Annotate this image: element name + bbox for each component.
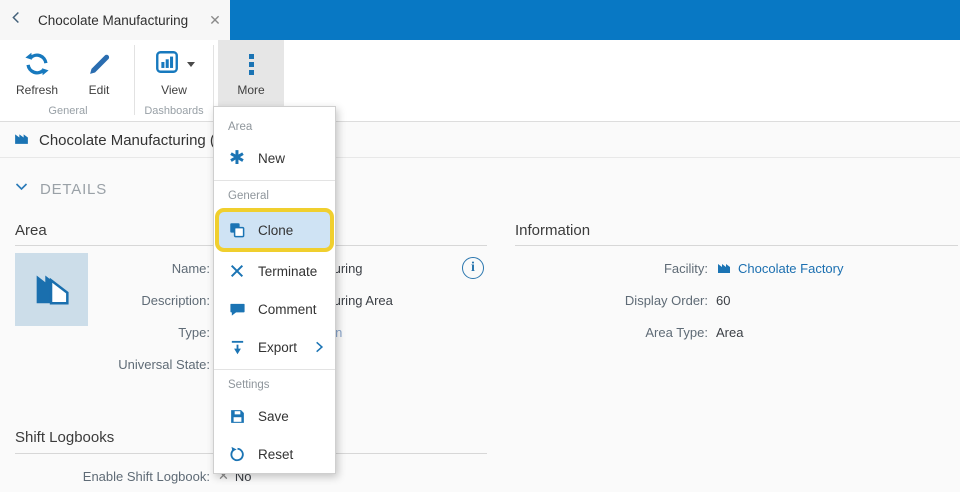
active-tab[interactable]: Chocolate Manufacturing ✕ xyxy=(0,0,230,40)
display-order-value: 60 xyxy=(716,292,731,308)
universal-state-label: Universal State: xyxy=(118,356,210,372)
clone-icon xyxy=(228,221,246,239)
kebab-icon xyxy=(248,49,254,79)
refresh-label: Refresh xyxy=(15,83,59,97)
toolbar-group-label-general: General xyxy=(48,105,88,117)
menu-section-header-settings: Settings xyxy=(228,379,270,391)
chevron-right-icon xyxy=(312,340,326,354)
area-section-title: Area xyxy=(15,222,47,239)
toolbar-group-label-dashboards: Dashboards xyxy=(144,105,204,117)
display-order-label: Display Order: xyxy=(624,292,708,308)
view-dropdown-caret-icon xyxy=(186,61,195,67)
field-row-display-order: Display Order: 60 xyxy=(515,284,731,316)
toolbar-group-general: Refresh Edit General xyxy=(6,40,130,121)
view-label: View xyxy=(161,83,187,97)
edit-button[interactable]: Edit xyxy=(68,40,130,106)
menu-item-export[interactable]: Export xyxy=(214,328,335,366)
description-label: Description: xyxy=(141,292,210,308)
menu-item-save[interactable]: Save xyxy=(214,397,335,435)
information-section-title: Information xyxy=(515,222,591,239)
information-section-rule xyxy=(515,245,958,246)
pencil-icon xyxy=(87,49,112,79)
menu-divider xyxy=(214,180,335,181)
download-icon xyxy=(228,339,246,356)
more-button[interactable]: More xyxy=(218,40,284,106)
x-icon xyxy=(228,263,246,279)
menu-item-reset[interactable]: Reset xyxy=(214,435,335,473)
tab-label: Chocolate Manufacturing xyxy=(38,12,189,28)
details-toggle[interactable]: DETAILS xyxy=(14,179,107,199)
toolbar: Refresh Edit General View Dashboards Mor… xyxy=(0,40,960,122)
area-type-value: Area xyxy=(716,324,744,340)
chevron-down-icon xyxy=(14,179,29,199)
menu-item-comment[interactable]: Comment xyxy=(214,290,335,328)
page-header: Chocolate Manufacturing (Active) xyxy=(0,123,960,158)
toolbar-separator xyxy=(134,45,135,115)
facility-label: Facility: xyxy=(663,260,708,276)
menu-section-header-area: Area xyxy=(228,121,253,133)
comment-icon xyxy=(228,301,246,318)
enable-shift-logbook-label: Enable Shift Logbook: xyxy=(82,468,210,484)
field-row-area-type: Area Type: Area xyxy=(515,316,743,348)
name-label: Name: xyxy=(171,260,210,276)
menu-item-clone[interactable]: Clone xyxy=(219,212,330,248)
refresh-icon xyxy=(24,49,50,79)
refresh-button[interactable]: Refresh xyxy=(6,40,68,106)
menu-item-terminate[interactable]: Terminate xyxy=(214,252,335,290)
details-label: DETAILS xyxy=(40,180,108,198)
reset-icon xyxy=(228,446,246,463)
more-label: More xyxy=(237,83,265,97)
factory-icon xyxy=(716,259,732,278)
menu-item-label: Export xyxy=(258,339,298,355)
bar-chart-icon xyxy=(154,49,180,80)
menu-item-new[interactable]: ✱ New xyxy=(214,139,335,177)
asterisk-icon: ✱ xyxy=(229,147,245,169)
more-context-menu: Area ✱ New General Clone Terminate Comme… xyxy=(213,106,336,474)
toolbar-separator xyxy=(213,45,214,115)
chevron-left-icon xyxy=(9,10,24,30)
menu-item-label: Reset xyxy=(258,446,294,462)
area-type-label: Area Type: xyxy=(645,324,708,340)
type-label: Type: xyxy=(178,324,210,340)
view-button[interactable]: View xyxy=(139,40,209,106)
field-row-universal-state: Universal State: xyxy=(15,348,218,380)
menu-divider xyxy=(214,369,335,370)
info-icon[interactable]: i xyxy=(462,257,484,279)
menu-item-label: Terminate xyxy=(258,263,318,279)
menu-section-header-general: General xyxy=(228,190,269,202)
factory-icon xyxy=(13,129,30,151)
edit-label: Edit xyxy=(88,83,110,97)
toolbar-group-dashboards: View Dashboards xyxy=(139,40,209,121)
facility-value-link[interactable]: Chocolate Factory xyxy=(738,261,844,276)
menu-item-label: Clone xyxy=(258,222,294,238)
clone-highlight-ring: Clone xyxy=(215,208,334,252)
tabs-scroll-left-button[interactable] xyxy=(0,0,32,40)
menu-item-label: Save xyxy=(258,408,289,424)
shift-logbooks-section-title: Shift Logbooks xyxy=(15,429,115,446)
field-row-description: Description: Chocolate Manufacturing Are… xyxy=(15,284,393,316)
menu-item-label: Comment xyxy=(258,301,317,317)
tab-bar: Chocolate Manufacturing ✕ xyxy=(0,0,960,40)
tab-close-icon[interactable]: ✕ xyxy=(200,12,230,29)
save-icon xyxy=(228,408,246,425)
menu-item-label: New xyxy=(258,150,286,166)
field-row-facility: Facility: Chocolate Factory xyxy=(515,252,844,284)
